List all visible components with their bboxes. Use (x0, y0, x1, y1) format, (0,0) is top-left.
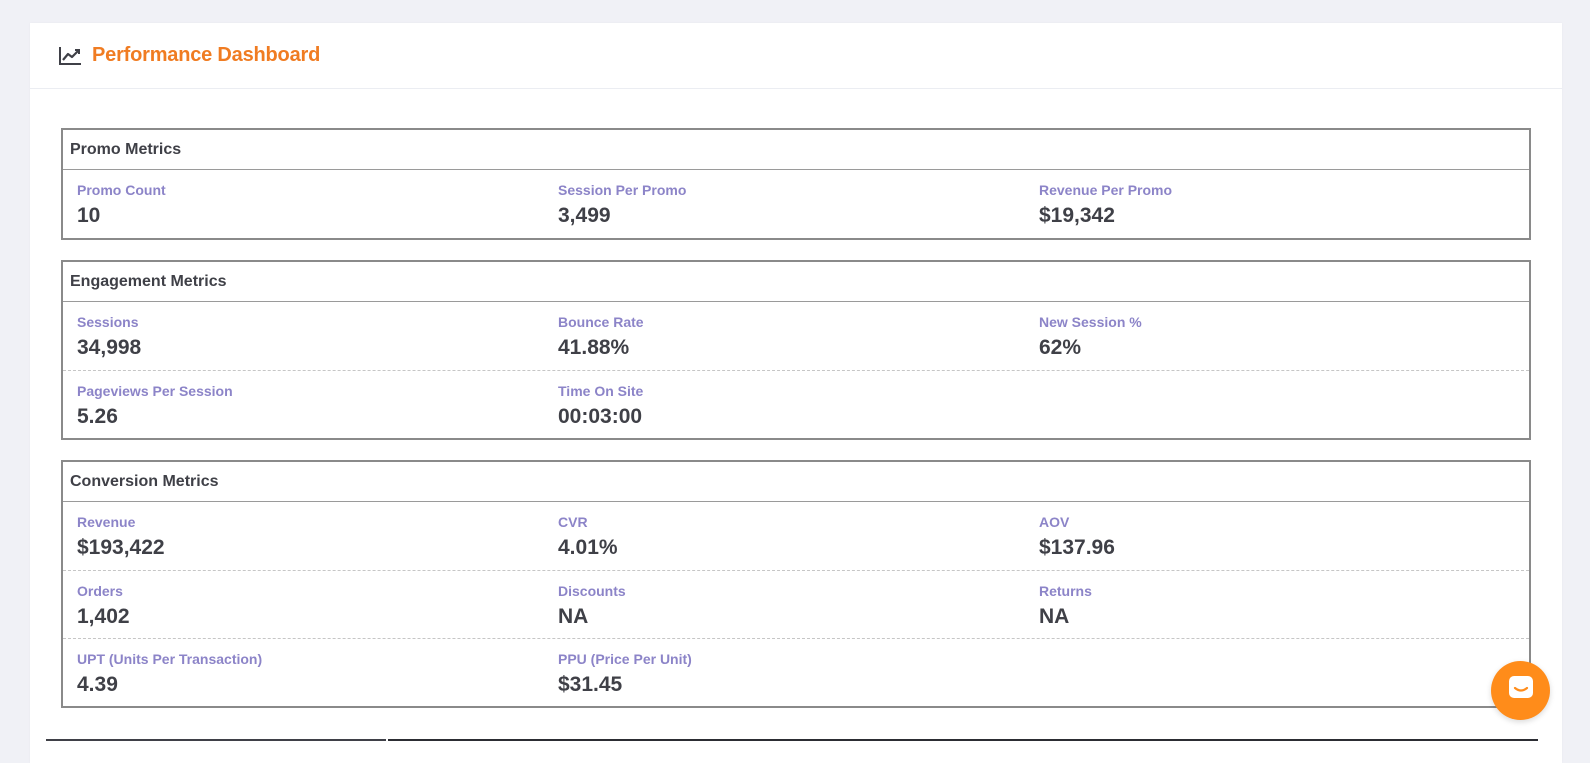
metric-value: 41.88% (558, 336, 630, 359)
metric-value: 62% (1039, 336, 1082, 359)
metric-label: Revenue (77, 514, 136, 530)
metric-value: $19,342 (1039, 204, 1115, 227)
metrics-row: UPT (Units Per Transaction) 4.39 PPU (Pric… (63, 638, 1529, 706)
metric-label: Bounce Rate (558, 314, 644, 330)
metric-cell: Sessions 34,998 (63, 312, 544, 370)
metric-label: New Session % (1039, 314, 1142, 330)
metrics-panel: Conversion Metrics Revenue $193,422 CVR 4.01… (61, 460, 1531, 708)
metrics-row: Orders 1,402 Discounts NA Returns NA (63, 570, 1529, 638)
metric-value: NA (1039, 605, 1070, 628)
metric-value: 4.39 (77, 673, 118, 696)
chat-button[interactable] (1491, 661, 1550, 720)
metric-value: 5.26 (77, 405, 118, 428)
metric-cell: Orders 1,402 (63, 581, 544, 638)
metric-value: 4.01% (558, 536, 618, 559)
chat-icon (1506, 673, 1536, 708)
metric-cell: Discounts NA (544, 581, 1025, 638)
metric-label: Session Per Promo (558, 182, 687, 198)
metric-label: Promo Count (77, 182, 166, 198)
panel-title: Conversion Metrics (63, 462, 1529, 502)
page-title: Performance Dashboard (92, 44, 321, 66)
line-chart-icon (58, 45, 84, 67)
metric-label: Orders (77, 583, 123, 599)
metric-value: 34,998 (77, 336, 142, 359)
metric-label: Returns (1039, 583, 1092, 599)
metric-cell: AOV $137.96 (1025, 512, 1506, 570)
panel-title: Promo Metrics (63, 130, 1529, 170)
metric-cell: Session Per Promo 3,499 (544, 180, 1025, 238)
metric-label: Revenue Per Promo (1039, 182, 1173, 198)
metrics-row: Pageviews Per Session 5.26 Time On Site 00:… (63, 370, 1529, 438)
metric-cell: Revenue Per Promo $19,342 (1025, 180, 1506, 238)
metric-cell: New Session % 62% (1025, 312, 1506, 370)
metric-label: UPT (Units Per Transaction) (77, 651, 263, 667)
card-header: Performance Dashboard (30, 23, 1562, 89)
metric-label: Sessions (77, 314, 139, 330)
metric-cell: Bounce Rate 41.88% (544, 312, 1025, 370)
bottom-divider (46, 739, 386, 741)
metrics-row: Promo Count 10 Session Per Promo 3,499 Reven… (63, 170, 1529, 238)
metric-label: Discounts (558, 583, 626, 599)
metric-cell: Time On Site 00:03:00 (544, 381, 1025, 438)
metric-cell: UPT (Units Per Transaction) 4.39 (63, 649, 544, 706)
panel-title: Engagement Metrics (63, 262, 1529, 302)
bottom-divider (388, 739, 1538, 741)
metrics-panel: Promo Metrics Promo Count 10 Session Per Pr… (61, 128, 1531, 240)
metrics-row: Revenue $193,422 CVR 4.01% AOV $137.96 (63, 502, 1529, 570)
metric-value: 00:03:00 (558, 405, 643, 428)
metrics-panel: Engagement Metrics Sessions 34,998 Bounce R… (61, 260, 1531, 440)
dashboard-card: Performance Dashboard Promo Metrics Promo… (30, 23, 1562, 763)
metric-value: 10 (77, 204, 101, 227)
metric-cell: Pageviews Per Session 5.26 (63, 381, 544, 438)
metric-cell: PPU (Price Per Unit) $31.45 (544, 649, 1025, 706)
metric-value: $137.96 (1039, 536, 1115, 559)
metric-value: NA (558, 605, 589, 628)
metric-value: $31.45 (558, 673, 623, 696)
metric-cell: Returns NA (1025, 581, 1506, 638)
metric-label: PPU (Price Per Unit) (558, 651, 692, 667)
metric-label: Pageviews Per Session (77, 383, 233, 399)
metric-value: 3,499 (558, 204, 611, 227)
metric-label: Time On Site (558, 383, 644, 399)
metric-label: AOV (1039, 514, 1070, 530)
metric-label: CVR (558, 514, 588, 530)
metric-cell: Revenue $193,422 (63, 512, 544, 570)
metric-cell: CVR 4.01% (544, 512, 1025, 570)
metrics-row: Sessions 34,998 Bounce Rate 41.88% New Sessi… (63, 302, 1529, 370)
metric-value: $193,422 (77, 536, 165, 559)
metrics-panels: Promo Metrics Promo Count 10 Session Per Pr… (30, 89, 1562, 708)
metric-value: 1,402 (77, 605, 130, 628)
metric-cell: Promo Count 10 (63, 180, 544, 238)
